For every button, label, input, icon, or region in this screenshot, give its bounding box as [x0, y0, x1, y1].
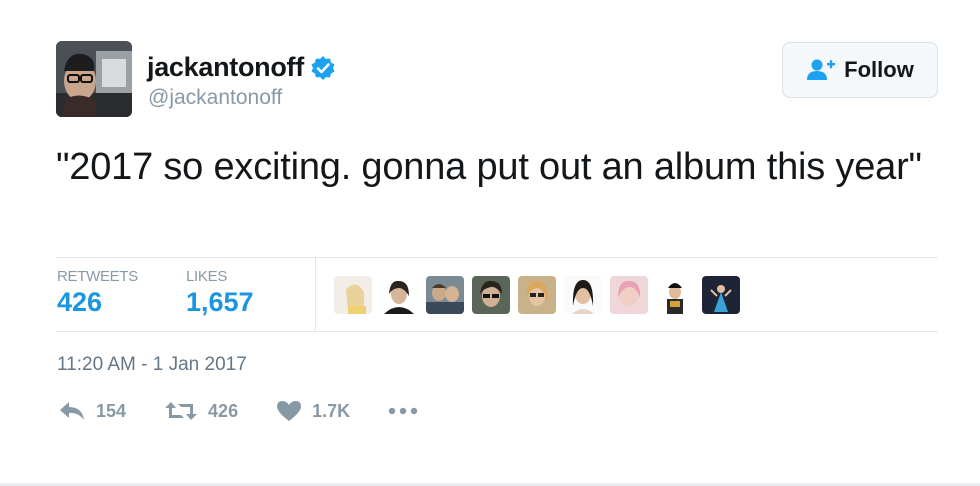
stats-divider-top: [56, 257, 938, 258]
action-bar: 154 426 1.7K: [58, 400, 456, 422]
follow-label: Follow: [844, 57, 914, 82]
retweets-value: 426: [57, 287, 103, 317]
likes-value: 1,657: [186, 287, 254, 317]
tweet-card: jackantonoff @jackantonoff Follow "2017 …: [0, 0, 980, 486]
stats-divider-bottom: [56, 331, 938, 332]
reply-icon: [58, 400, 86, 422]
liker-avatar[interactable]: [426, 276, 464, 314]
liker-avatar[interactable]: [518, 276, 556, 314]
timestamp[interactable]: 11:20 AM - 1 Jan 2017: [57, 354, 247, 376]
add-user-icon: [806, 58, 836, 82]
liker-avatar[interactable]: [610, 276, 648, 314]
like-count: 1.7K: [312, 400, 351, 421]
retweet-button[interactable]: 426: [164, 400, 238, 422]
follow-button[interactable]: Follow: [782, 42, 938, 98]
reply-button[interactable]: 154: [58, 400, 126, 422]
handle[interactable]: @jackantonoff: [148, 86, 282, 110]
liker-avatar[interactable]: [380, 276, 418, 314]
liker-avatar[interactable]: [656, 276, 694, 314]
liker-avatar[interactable]: [564, 276, 602, 314]
retweet-count: 426: [208, 400, 239, 421]
more-icon: [388, 407, 418, 415]
name-row: jackantonoff: [147, 52, 336, 83]
heart-icon: [276, 400, 302, 422]
likes-label: LIKES: [186, 268, 228, 285]
tweet-text: "2017 so exciting. gonna put out an albu…: [56, 146, 922, 188]
verified-badge-icon: [310, 55, 336, 81]
liker-avatar[interactable]: [702, 276, 740, 314]
liker-avatar[interactable]: [334, 276, 372, 314]
liker-avatars: [334, 276, 748, 314]
likes-stat[interactable]: LIKES 1,657: [186, 268, 254, 318]
more-button[interactable]: [388, 407, 418, 415]
stats-separator: [315, 258, 316, 331]
avatar[interactable]: [56, 41, 132, 117]
reply-count: 154: [96, 400, 127, 421]
liker-avatar[interactable]: [472, 276, 510, 314]
retweets-stat[interactable]: RETWEETS 426: [57, 268, 138, 318]
retweets-label: RETWEETS: [57, 268, 138, 285]
retweet-icon: [164, 400, 198, 422]
display-name[interactable]: jackantonoff: [147, 52, 304, 83]
like-button[interactable]: 1.7K: [276, 400, 350, 422]
